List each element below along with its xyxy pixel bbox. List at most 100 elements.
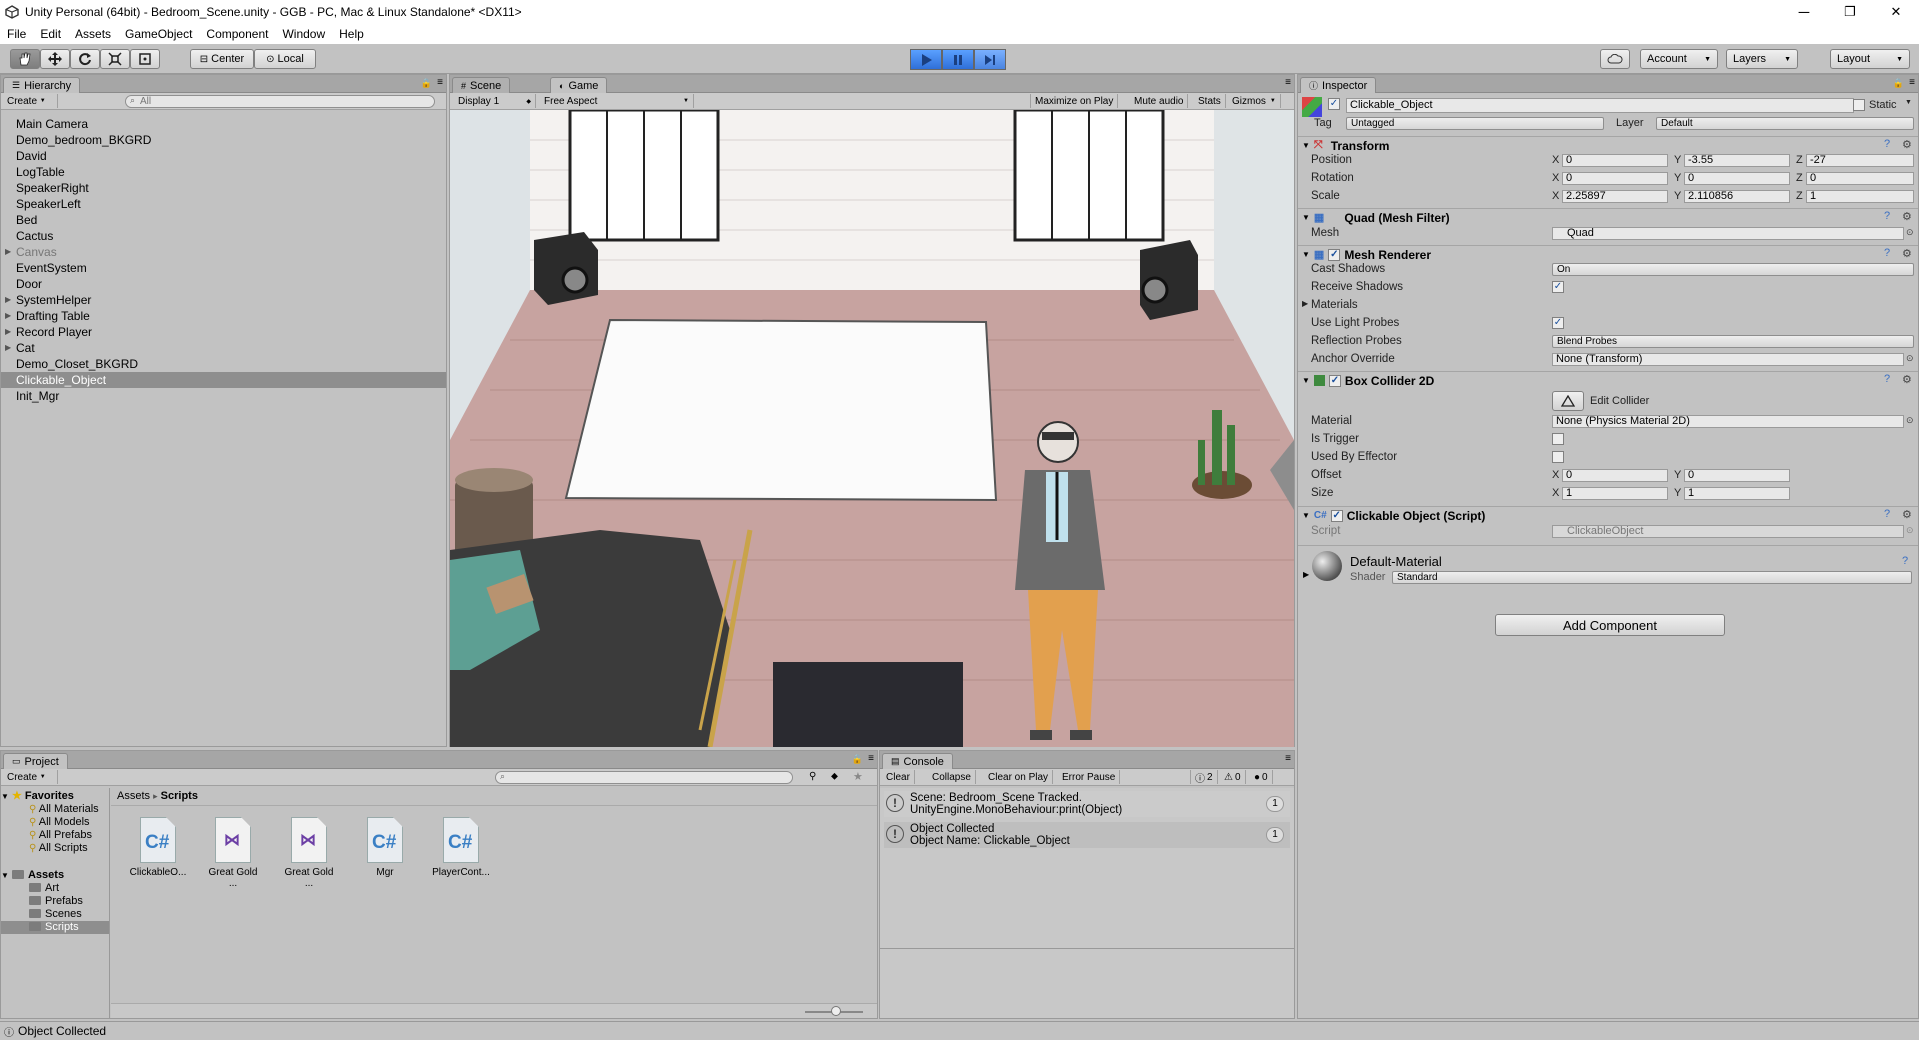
hierarchy-item[interactable]: SpeakerRight bbox=[1, 180, 446, 196]
position-z-field[interactable]: -27 bbox=[1806, 154, 1914, 167]
favorite-item[interactable]: ⚲ All Models bbox=[1, 816, 109, 829]
menu-gameobject[interactable]: GameObject bbox=[118, 27, 199, 41]
rect-tool-button[interactable] bbox=[130, 49, 160, 69]
stats-toggle[interactable]: Stats bbox=[1194, 94, 1226, 108]
layers-dropdown[interactable]: Layers ▼ bbox=[1726, 49, 1798, 69]
object-picker-icon[interactable]: ⊙ bbox=[1906, 415, 1914, 426]
close-button[interactable]: ✕ bbox=[1873, 0, 1919, 24]
dropdown-arrow-icon[interactable]: ▼ bbox=[1905, 99, 1912, 106]
folder-item-selected[interactable]: Scripts bbox=[1, 921, 109, 934]
pause-button[interactable] bbox=[942, 49, 974, 70]
hierarchy-search-input[interactable]: All bbox=[125, 95, 435, 108]
foldout-arrow-icon[interactable]: ▶ bbox=[1302, 299, 1308, 308]
object-name-field[interactable]: Clickable_Object bbox=[1346, 98, 1854, 113]
lock-icon[interactable]: 🔒 bbox=[421, 78, 432, 89]
create-dropdown[interactable]: Create ▼ bbox=[3, 770, 58, 784]
game-viewport[interactable] bbox=[450, 110, 1294, 747]
box-collider-header[interactable]: ▼ ✓ Box Collider 2D bbox=[1298, 371, 1918, 389]
asset-item[interactable]: ⋈ Great Gold ... bbox=[279, 817, 339, 889]
size-y-field[interactable]: 1 bbox=[1684, 487, 1790, 500]
hierarchy-item[interactable]: ▶ Canvas bbox=[1, 244, 446, 260]
mesh-renderer-header[interactable]: ▼ ▦ ✓ Mesh Renderer bbox=[1298, 245, 1918, 263]
gizmos-dropdown[interactable]: Gizmos ▼ bbox=[1228, 94, 1281, 108]
scale-x-field[interactable]: 2.25897 bbox=[1562, 190, 1668, 203]
help-icon[interactable]: ? bbox=[1884, 508, 1890, 520]
asset-item[interactable]: C# Mgr bbox=[355, 817, 415, 878]
collapse-button[interactable]: Collapse bbox=[928, 770, 976, 784]
pivot-center-button[interactable]: ⊟ Center bbox=[190, 49, 254, 69]
receive-shadows-checkbox[interactable]: ✓ bbox=[1552, 281, 1564, 293]
hierarchy-item[interactable]: David bbox=[1, 148, 446, 164]
gear-icon[interactable]: ⚙ bbox=[1902, 138, 1912, 151]
hierarchy-item[interactable]: Demo_bedroom_BKGRD bbox=[1, 132, 446, 148]
create-dropdown[interactable]: Create ▼ bbox=[3, 94, 58, 108]
enabled-checkbox[interactable]: ✓ bbox=[1330, 509, 1343, 522]
hierarchy-item[interactable]: ▶ Record Player bbox=[1, 324, 446, 340]
menu-edit[interactable]: Edit bbox=[33, 27, 68, 41]
offset-x-field[interactable]: 0 bbox=[1562, 469, 1668, 482]
object-picker-icon[interactable]: ⊙ bbox=[1906, 353, 1914, 364]
light-probes-checkbox[interactable]: ✓ bbox=[1552, 317, 1564, 329]
clear-button[interactable]: Clear bbox=[882, 770, 915, 784]
transform-header[interactable]: ▼ ⤧ Transform bbox=[1298, 136, 1918, 154]
filter-label-icon[interactable]: ⬥ bbox=[831, 771, 838, 782]
hierarchy-item[interactable]: ▶ Drafting Table bbox=[1, 308, 446, 324]
cloud-button[interactable] bbox=[1600, 49, 1630, 69]
shader-dropdown[interactable]: Standard bbox=[1392, 571, 1912, 584]
menu-assets[interactable]: Assets bbox=[68, 27, 118, 41]
menu-component[interactable]: Component bbox=[199, 27, 275, 41]
panel-menu-icon[interactable]: ≡ bbox=[1285, 77, 1291, 88]
console-entry[interactable]: ! Scene: Bedroom_Scene Tracked. UnityEng… bbox=[884, 791, 1290, 817]
favorites-node[interactable]: ▼ ★ Favorites bbox=[1, 790, 109, 803]
foldout-arrow-icon[interactable]: ▶ bbox=[5, 292, 11, 308]
error-pause-button[interactable]: Error Pause bbox=[1058, 770, 1121, 784]
foldout-arrow-icon[interactable]: ▶ bbox=[5, 324, 11, 340]
hierarchy-item[interactable]: ▶ Cat bbox=[1, 340, 446, 356]
restore-button[interactable]: ❐ bbox=[1827, 0, 1873, 24]
hierarchy-item[interactable]: Door bbox=[1, 276, 446, 292]
gear-icon[interactable]: ⚙ bbox=[1902, 247, 1912, 260]
display-dropdown[interactable]: Display 1 ◆ bbox=[454, 94, 536, 108]
active-checkbox[interactable]: ✓ bbox=[1328, 98, 1340, 110]
tab-project[interactable]: ▭ Project bbox=[3, 753, 68, 769]
move-tool-button[interactable] bbox=[40, 49, 70, 69]
hierarchy-item[interactable]: Demo_Closet_BKGRD bbox=[1, 356, 446, 372]
tab-console[interactable]: ▤ Console bbox=[882, 753, 953, 769]
pivot-local-button[interactable]: ⊙ Local bbox=[254, 49, 316, 69]
lock-icon[interactable]: 🔒 bbox=[1893, 78, 1904, 89]
folder-item[interactable]: Scenes bbox=[1, 908, 109, 921]
console-entry[interactable]: ! Object Collected Object Name: Clickabl… bbox=[884, 822, 1290, 848]
favorite-item[interactable]: ⚲ All Scripts bbox=[1, 842, 109, 855]
edit-collider-button[interactable] bbox=[1552, 391, 1584, 411]
reflection-probes-dropdown[interactable]: Blend Probes bbox=[1552, 335, 1914, 348]
offset-y-field[interactable]: 0 bbox=[1684, 469, 1790, 482]
scale-tool-button[interactable] bbox=[100, 49, 130, 69]
cast-shadows-dropdown[interactable]: On bbox=[1552, 263, 1914, 276]
rotate-tool-button[interactable] bbox=[70, 49, 100, 69]
favorite-item[interactable]: ⚲ All Materials bbox=[1, 803, 109, 816]
panel-menu-icon[interactable]: ≡ bbox=[1909, 77, 1915, 88]
menu-window[interactable]: Window bbox=[275, 27, 332, 41]
gear-icon[interactable]: ⚙ bbox=[1902, 508, 1912, 521]
physics-material-field[interactable]: None (Physics Material 2D) bbox=[1552, 415, 1904, 428]
account-dropdown[interactable]: Account ▼ bbox=[1640, 49, 1718, 69]
tab-scene[interactable]: # Scene bbox=[452, 77, 511, 93]
breadcrumb-root[interactable]: Assets bbox=[117, 790, 150, 802]
hierarchy-item[interactable]: Init_Mgr bbox=[1, 388, 446, 404]
size-x-field[interactable]: 1 bbox=[1562, 487, 1668, 500]
mesh-field[interactable]: Quad bbox=[1552, 227, 1904, 240]
hand-tool-button[interactable] bbox=[10, 49, 40, 69]
folder-item[interactable]: Prefabs bbox=[1, 895, 109, 908]
console-detail-divider[interactable] bbox=[880, 948, 1294, 949]
hierarchy-item[interactable]: ▶ SystemHelper bbox=[1, 292, 446, 308]
position-y-field[interactable]: -3.55 bbox=[1684, 154, 1790, 167]
hierarchy-item[interactable]: SpeakerLeft bbox=[1, 196, 446, 212]
tab-hierarchy[interactable]: ☰ Hierarchy bbox=[3, 77, 81, 93]
error-count-toggle[interactable]: ● 0 bbox=[1250, 770, 1273, 784]
help-icon[interactable]: ? bbox=[1884, 373, 1890, 385]
anchor-override-field[interactable]: None (Transform) bbox=[1552, 353, 1904, 366]
scale-y-field[interactable]: 2.110856 bbox=[1684, 190, 1790, 203]
is-trigger-checkbox[interactable] bbox=[1552, 433, 1564, 445]
favorite-item[interactable]: ⚲ All Prefabs bbox=[1, 829, 109, 842]
gear-icon[interactable]: ⚙ bbox=[1902, 210, 1912, 223]
